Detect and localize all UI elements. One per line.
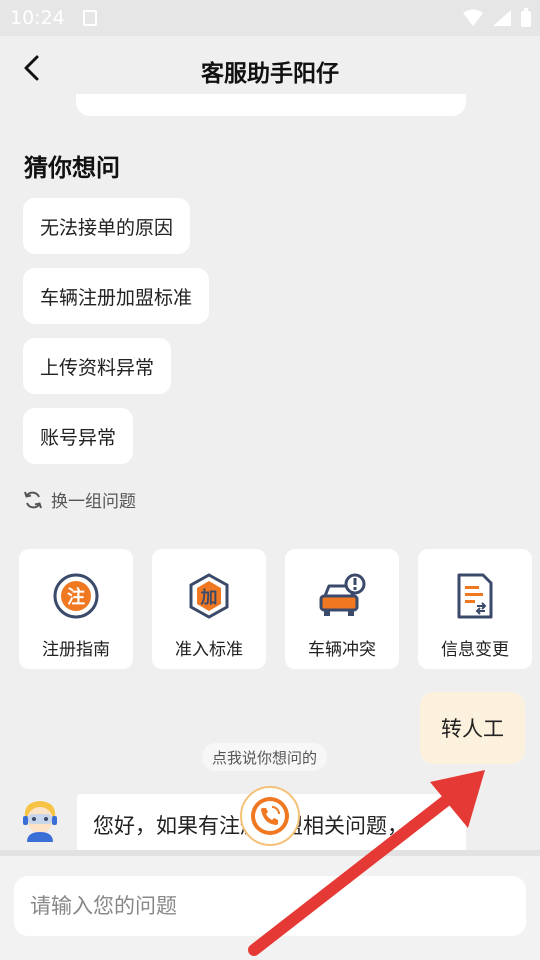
page-title: 客服助手阳仔	[201, 61, 339, 87]
assistant-avatar	[17, 796, 63, 842]
phone-call-icon	[251, 797, 289, 835]
refresh-questions-button[interactable]: 换一组问题	[23, 487, 136, 512]
registration-icon-char: 注	[67, 586, 85, 608]
signal-icon	[493, 10, 511, 26]
suggestion-chip[interactable]: 上传资料异常	[23, 338, 172, 394]
category-admission-standard[interactable]: 加 准入标准	[152, 549, 266, 669]
category-registration-guide[interactable]: 注 注册指南	[19, 549, 133, 669]
suggestion-chip[interactable]: 车辆注册加盟标准	[23, 268, 210, 324]
category-label: 车辆冲突	[308, 640, 376, 660]
transfer-to-agent-button[interactable]: 转人工	[420, 692, 525, 764]
category-label: 准入标准	[175, 640, 243, 660]
status-icons	[462, 8, 532, 28]
voice-call-button[interactable]	[240, 786, 300, 846]
status-time: 10:24	[10, 7, 65, 29]
suggestion-chip[interactable]: 账号异常	[23, 408, 134, 464]
category-vehicle-conflict[interactable]: 车辆冲突	[285, 549, 399, 669]
refresh-icon	[24, 491, 42, 508]
suggestion-chip[interactable]: 无法接单的原因	[23, 198, 191, 254]
voice-hint-label: 点我说你想问的	[202, 743, 328, 771]
previous-message-card	[76, 94, 466, 116]
nav-bar: 客服助手阳仔	[0, 36, 540, 102]
suggestions-title: 猜你想问	[24, 154, 120, 182]
category-label: 信息变更	[441, 640, 509, 660]
wifi-icon	[463, 9, 483, 26]
category-info-change[interactable]: 信息变更	[418, 549, 532, 669]
document-edit-icon	[450, 571, 500, 621]
notification-icon	[83, 10, 97, 26]
admission-icon-char: 加	[200, 588, 218, 608]
registration-icon: 注	[51, 571, 101, 621]
question-input[interactable]	[14, 876, 526, 936]
battery-icon	[521, 8, 531, 27]
category-label: 注册指南	[42, 640, 110, 660]
admission-icon: 加	[184, 571, 234, 621]
car-alert-icon	[317, 571, 367, 621]
refresh-label: 换一组问题	[51, 492, 136, 512]
status-bar: 10:24	[0, 0, 540, 36]
